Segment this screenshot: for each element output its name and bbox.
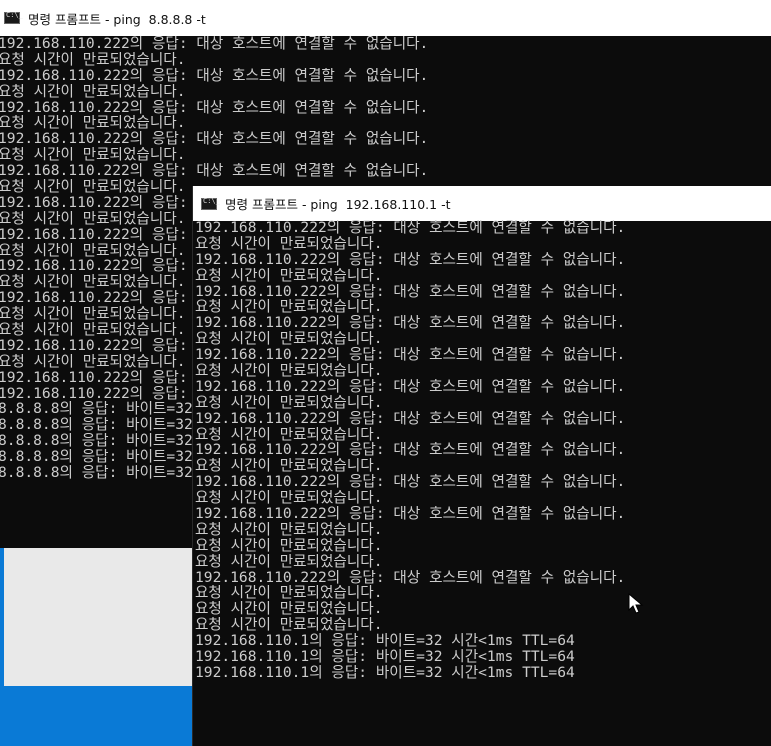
mouse-cursor-icon [628, 593, 644, 614]
console-line: 요청 시간이 만료되었습니다. [0, 83, 186, 100]
console-line: 192.168.110.222의 응답: 대상 호스트에 연결할 수 없습니다. [0, 131, 429, 148]
console-line: 요청 시간이 만료되었습니다. [195, 426, 383, 443]
console-line: 192.168.110.222의 응답: 대상 호스트에 연결할 수 없습니다. [195, 283, 626, 300]
cmd-window-ping-gateway[interactable]: 명령 프롬프트 - ping 192.168.110.1 -t 192.168.… [192, 186, 771, 746]
console-line: 192.168.110.222의 응답: 대상 호스트에 연결할 수 없습니다. [195, 506, 626, 522]
console-line: 192.168.110.222의 응답: 대상 호스트에 연결할 수 없습니다. [195, 251, 626, 268]
desktop-background-panel [4, 548, 204, 686]
cmd-icon [4, 11, 23, 24]
console-line: 요청 시간이 만료되었습니다. [195, 537, 383, 554]
console-line: 192.168.110.1의 응답: 바이트=32 시간<1ms TTL=64 [195, 664, 575, 681]
console-line: 192.168.110.222의 응답: 대상 호스트에 연결할 수 없습니다. [195, 220, 626, 236]
console-line: 요청 시간이 만료되었습니다. [0, 51, 186, 68]
console-line: 192.168.110.222의 응답: 대상 호스트에 연결할 수 없습니다. [195, 569, 626, 586]
window-title: 명령 프롬프트 - ping 8.8.8.8 -t [28, 11, 206, 27]
console-line: 192.168.110.222의 응답: 대상 호스트에 연결할 수 없습니다. [0, 99, 429, 116]
console-line: 요청 시간이 만료되었습니다. [195, 585, 383, 602]
console-line: 요청 시간이 만료되었습니다. [0, 147, 186, 164]
console-line: 192.168.110.222의 응답: 대상 호스트에 연결할 수 없습니다. [0, 163, 429, 180]
console-line: 요청 시간이 만료되었습니다. [195, 553, 383, 570]
window-title: 명령 프롬프트 - ping 192.168.110.1 -t [225, 197, 451, 212]
console-line: 요청 시간이 만료되었습니다. [195, 235, 383, 252]
console-line: 192.168.110.222의 응답: 대상 호스트에 연결할 수 없습니다. [195, 474, 626, 491]
console-line: 요청 시간이 만료되었습니다. [0, 115, 186, 132]
console-line: 192.168.110.222의 응답: 대상 호스트에 연결할 수 없습니다. [195, 410, 626, 427]
console-line: 192.168.110.222의 응답: 대상 호스트에 연결할 수 없습니다. [195, 442, 626, 459]
console-line: 요청 시간이 만료되었습니다. [195, 601, 383, 618]
console-line: 192.168.110.222의 응답: 대상 호스트에 연결할 수 없습니다. [0, 67, 429, 84]
console-line: 192.168.110.1의 응답: 바이트=32 시간<1ms TTL=64 [195, 633, 575, 650]
console-line: 요청 시간이 만료되었습니다. [195, 331, 383, 348]
console-line: 요청 시간이 만료되었습니다. [195, 299, 383, 316]
console-line: 요청 시간이 만료되었습니다. [195, 521, 383, 538]
console-line: 192.168.110.1의 응답: 바이트=32 시간<1ms TTL=64 [195, 649, 575, 665]
console-line: 요청 시간이 만료되었습니다. [195, 458, 383, 475]
console-line: 192.168.110.222의 응답: 대상 호스트에 연결할 수 없습니다. [195, 315, 626, 332]
console-line: 요청 시간이 만료되었습니다. [195, 394, 383, 411]
console-output[interactable]: 192.168.110.222의 응답: 대상 호스트에 연결할 수 없습니다.… [195, 220, 771, 746]
console-line: 요청 시간이 만료되었습니다. [195, 617, 383, 634]
console-line: 요청 시간이 만료되었습니다. [195, 490, 383, 507]
cmd-icon [201, 197, 220, 210]
console-line: 192.168.110.222의 응답: 대상 호스트에 연결할 수 없습니다. [195, 347, 626, 364]
console-line: 요청 시간이 만료되었습니다. [195, 267, 383, 284]
window-titlebar[interactable]: 명령 프롬프트 - ping 8.8.8.8 -t [0, 0, 771, 36]
window-titlebar[interactable]: 명령 프롬프트 - ping 192.168.110.1 -t [193, 186, 771, 221]
console-line: 192.168.110.222의 응답: 대상 호스트에 연결할 수 없습니다. [195, 378, 626, 395]
console-line: 요청 시간이 만료되었습니다. [195, 363, 383, 379]
console-line: 192.168.110.222의 응답: 대상 호스트에 연결할 수 없습니다. [0, 36, 429, 52]
